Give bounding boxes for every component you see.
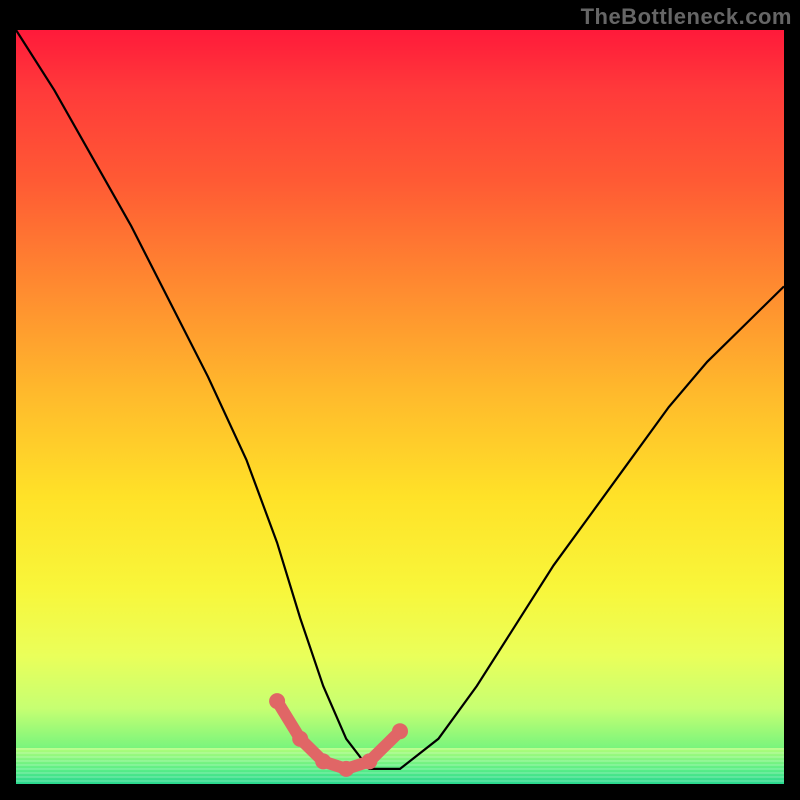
optimal-range-point bbox=[269, 693, 285, 709]
optimal-range-point bbox=[392, 723, 408, 739]
bottleneck-curve bbox=[16, 30, 784, 769]
watermark-text: TheBottleneck.com bbox=[581, 4, 792, 30]
optimal-range-point bbox=[292, 731, 308, 747]
optimal-range-point bbox=[338, 761, 354, 777]
optimal-range-point bbox=[315, 753, 331, 769]
optimal-range-highlight bbox=[269, 693, 408, 777]
optimal-range-point bbox=[361, 753, 377, 769]
chart-svg bbox=[16, 30, 784, 784]
chart-frame: TheBottleneck.com bbox=[0, 0, 800, 800]
plot-area bbox=[16, 30, 784, 784]
